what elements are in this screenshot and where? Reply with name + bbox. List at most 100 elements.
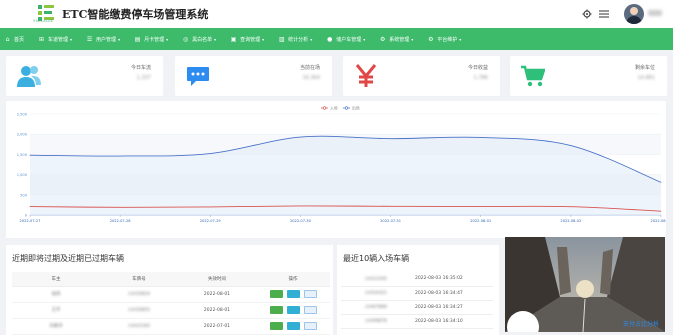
nav-item-0[interactable]: ⌂ 首页 bbox=[0, 28, 28, 50]
nav-item-3[interactable]: ▤ 月卡管理 ▾ bbox=[130, 28, 172, 50]
owner-name: 刘春华 bbox=[49, 324, 63, 329]
legend-marker bbox=[344, 106, 349, 110]
main-nav: ⌂ 首页 ⊞ 车道管理 ▾ ☰ 用户管理 ▾ ▤ 月卡管理 ▾ ◎ 黑白名单 ▾ ▣ 查询管理 ▾ ▥ 统计分析 ▾ ●… bbox=[0, 28, 673, 50]
entry-time: 2022-08-03 16:34:10 bbox=[411, 314, 493, 329]
nav-item-8[interactable]: ⚙ 系统管理 ▾ bbox=[375, 28, 417, 50]
stat-card-remaining-spaces[interactable]: 剩余车位 14,881 bbox=[510, 56, 667, 96]
stat-value: 1,337 bbox=[136, 75, 151, 81]
view-button[interactable] bbox=[303, 322, 317, 330]
list-icon: ◎ bbox=[182, 35, 189, 43]
plate-cell: 川A54321 bbox=[341, 286, 411, 301]
road-icon: ⊞ bbox=[39, 35, 45, 43]
renew-button[interactable] bbox=[286, 290, 300, 298]
x-tick-label: 2022-08-02 bbox=[560, 219, 581, 223]
nav-item-label: 统计分析 bbox=[288, 36, 309, 43]
menu-hamburger-icon[interactable] bbox=[598, 8, 610, 20]
edit-button[interactable] bbox=[269, 322, 283, 330]
legend-label: 入场 bbox=[330, 105, 338, 110]
settings-gear-icon[interactable] bbox=[581, 8, 593, 20]
nav-item-6[interactable]: ▥ 统计分析 ▾ bbox=[274, 28, 316, 50]
nav-item-label: 平台维护 bbox=[437, 36, 458, 43]
person-icon: ● bbox=[327, 35, 333, 43]
stat-card-today-revenue[interactable]: 今日收益 1,786 bbox=[343, 56, 500, 96]
y-tick-label: 2,500 bbox=[17, 113, 28, 117]
plate-number: 川A35855 bbox=[128, 308, 150, 313]
image-small-label: Parking bbox=[511, 323, 526, 328]
data-point bbox=[29, 154, 31, 156]
stat-value: 16,364 bbox=[302, 75, 321, 81]
user-avatar[interactable] bbox=[624, 4, 644, 24]
nav-item-label: 储户车管理 bbox=[336, 36, 362, 43]
renew-button[interactable] bbox=[286, 322, 300, 330]
home-icon: ⌂ bbox=[5, 35, 10, 43]
col-plate: 车牌号 bbox=[100, 272, 178, 287]
stat-label: 剩余车位 bbox=[634, 65, 655, 71]
nav-item-label: 系统管理 bbox=[389, 36, 410, 43]
panel-title: 近期即将过期及近期已过期车辆 bbox=[12, 254, 124, 263]
nav-item-7[interactable]: ● 储户车管理 ▾ bbox=[322, 28, 369, 50]
payment-share-link[interactable]: 支付占比分析 bbox=[623, 319, 659, 328]
col-expiry-date: 失效时间 bbox=[178, 272, 256, 287]
chevron-down-icon: ▾ bbox=[118, 36, 121, 42]
edit-button[interactable] bbox=[269, 290, 283, 298]
chart-icon: ▥ bbox=[278, 35, 285, 43]
street-photo bbox=[505, 237, 665, 332]
entry-time: 2022-08-03 16:34:27 bbox=[411, 300, 493, 315]
actions-cell bbox=[256, 318, 330, 335]
y-tick-label: 1,000 bbox=[17, 173, 28, 177]
view-button[interactable] bbox=[303, 306, 317, 314]
entry-time: 2022-08-03 16:34:47 bbox=[411, 286, 493, 301]
renew-button[interactable] bbox=[286, 306, 300, 314]
chevron-down-icon: ▾ bbox=[310, 36, 313, 42]
edit-button[interactable] bbox=[269, 306, 283, 314]
chat-icon bbox=[185, 63, 211, 89]
nav-item-2[interactable]: ☰ 用户管理 ▾ bbox=[82, 28, 124, 50]
logo-subtext: YSECALUE bbox=[33, 19, 54, 23]
table-row: 王平 川A35855 2022-08-01 bbox=[12, 302, 330, 319]
stat-card-today-traffic[interactable]: 今日车流 1,337 bbox=[6, 56, 163, 96]
nav-item-9[interactable]: ⚙ 平台维护 ▾ bbox=[423, 28, 465, 50]
owner-name: 王平 bbox=[51, 308, 61, 313]
data-point bbox=[119, 155, 121, 157]
data-point bbox=[480, 206, 482, 207]
gear-icon: ⚙ bbox=[428, 35, 434, 43]
stat-value: 14,881 bbox=[637, 75, 656, 81]
owner-cell: 王平 bbox=[12, 302, 100, 319]
plate-number: 川A12345 bbox=[365, 276, 387, 282]
data-point bbox=[300, 136, 301, 138]
chevron-down-icon: ▾ bbox=[166, 36, 169, 42]
plate-number: 川A67890 bbox=[365, 305, 387, 310]
nav-item-5[interactable]: ▣ 查询管理 ▾ bbox=[226, 28, 268, 50]
y-tick-label: 500 bbox=[20, 193, 28, 197]
top-header: YSECALUE ETC智能缴费停车场管理系统 bbox=[0, 0, 673, 28]
x-tick-label: 2022-08-01 bbox=[470, 219, 491, 223]
nav-item-4[interactable]: ◎ 黑白名单 ▾ bbox=[178, 28, 220, 50]
plate-cell: 川A67890 bbox=[341, 300, 411, 315]
nav-item-label: 首页 bbox=[14, 36, 25, 43]
plate-cell: 川A35824 bbox=[100, 286, 178, 303]
list-item: 川A67890 2022-08-03 16:34:27 bbox=[341, 300, 493, 315]
chevron-down-icon: ▾ bbox=[214, 36, 217, 42]
app-title: ETC智能缴费停车场管理系统 bbox=[62, 8, 209, 21]
nav-item-1[interactable]: ⊞ 车道管理 ▾ bbox=[34, 28, 76, 50]
x-tick-label: 2022-07-29 bbox=[200, 219, 222, 223]
data-point bbox=[660, 210, 662, 212]
plate-number: 川A22183 bbox=[128, 324, 150, 329]
chevron-down-icon: ▾ bbox=[411, 36, 414, 42]
nav-item-label: 车道管理 bbox=[48, 36, 69, 43]
data-point bbox=[570, 145, 572, 146]
user-icon: ☰ bbox=[86, 35, 93, 43]
nav-item-label: 用户管理 bbox=[96, 36, 117, 43]
owner-cell: 刘春华 bbox=[12, 318, 100, 335]
col-owner: 车主 bbox=[12, 272, 100, 287]
stat-label: 当前在场 bbox=[299, 65, 320, 71]
y-tick-label: 2,000 bbox=[17, 133, 28, 137]
plate-cell: 川A09876 bbox=[341, 314, 411, 329]
owner-cell: 张四 bbox=[12, 286, 100, 303]
stat-card-current-parked[interactable]: 当前在场 16,364 bbox=[175, 56, 332, 96]
chevron-down-icon: ▾ bbox=[262, 36, 265, 42]
payment-analysis-image-card[interactable]: Parking 支付占比分析 bbox=[505, 237, 665, 332]
legend-label: 出场 bbox=[352, 105, 360, 110]
user-name[interactable] bbox=[648, 10, 662, 16]
view-button[interactable] bbox=[303, 290, 317, 298]
